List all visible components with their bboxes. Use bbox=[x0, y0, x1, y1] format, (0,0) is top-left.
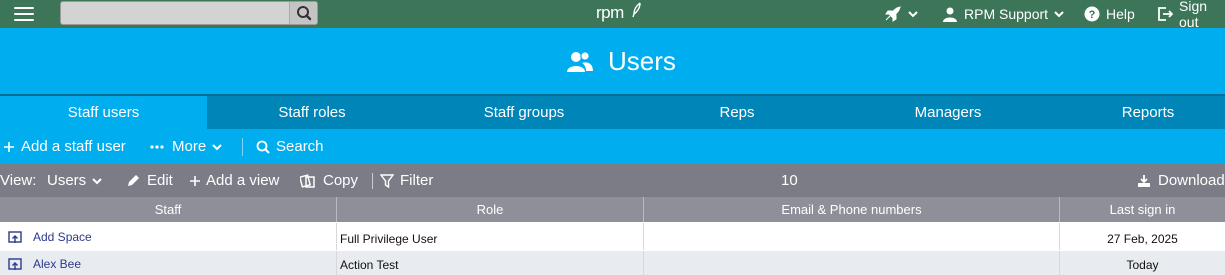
staff-cell: Add Space bbox=[0, 223, 337, 250]
open-record-icon[interactable] bbox=[8, 231, 22, 244]
user-icon bbox=[943, 7, 957, 22]
staff-name-link[interactable]: Alex Bee bbox=[33, 257, 81, 271]
sign-out-icon bbox=[1158, 7, 1173, 21]
divider bbox=[242, 138, 243, 156]
staff-cell: Alex Bee bbox=[0, 251, 337, 275]
chevron-down-icon bbox=[908, 11, 918, 18]
tab-managers[interactable]: Managers bbox=[843, 96, 1053, 129]
logo-text: rpm bbox=[596, 3, 624, 22]
chevron-down-icon bbox=[1054, 11, 1064, 18]
rocket-icon bbox=[885, 6, 901, 22]
view-bar: View: Users Edit Add a view Copy Filter … bbox=[0, 164, 1225, 197]
chevron-down-icon bbox=[212, 143, 222, 150]
sign-out-label: Sign out bbox=[1179, 0, 1208, 30]
last-sign-in-cell: 27 Feb, 2025 bbox=[1107, 231, 1178, 246]
column-header-staff[interactable]: Staff bbox=[0, 197, 337, 222]
edit-view-button[interactable]: Edit bbox=[126, 164, 173, 197]
add-staff-user-button[interactable]: Add a staff user bbox=[4, 129, 126, 164]
pencil-icon bbox=[128, 174, 139, 186]
search-icon bbox=[256, 140, 270, 154]
table-row: Alex Bee Action Test Today bbox=[0, 251, 1225, 275]
email-cell bbox=[644, 251, 1060, 275]
staff-name-link[interactable]: Add Space bbox=[33, 230, 92, 244]
download-button[interactable]: Download bbox=[1137, 164, 1225, 197]
filter-button[interactable]: Filter bbox=[380, 164, 433, 197]
chevron-down-icon bbox=[92, 177, 102, 184]
hamburger-menu-icon[interactable] bbox=[14, 7, 34, 21]
global-search-box bbox=[60, 1, 318, 25]
add-view-button[interactable]: Add a view bbox=[190, 164, 279, 197]
view-label: View: bbox=[0, 172, 37, 189]
table-row: Add Space Full Privilege User 27 Feb, 20… bbox=[0, 223, 1225, 250]
column-header-last-sign-in[interactable]: Last sign in bbox=[1060, 197, 1225, 222]
more-menu-button[interactable]: More bbox=[150, 129, 222, 164]
add-view-label: Add a view bbox=[206, 172, 280, 189]
more-label: More bbox=[172, 138, 207, 155]
users-icon bbox=[567, 50, 593, 72]
help-link[interactable]: ? Help bbox=[1084, 0, 1135, 28]
download-label: Download bbox=[1158, 172, 1225, 189]
top-bar: rpm RPM Support ? Help Sign out bbox=[0, 0, 1225, 30]
tab-staff-roles[interactable]: Staff roles bbox=[207, 96, 417, 129]
rpm-logo: rpm bbox=[596, 2, 641, 23]
action-bar: Add a staff user More Search bbox=[0, 129, 1225, 164]
search-icon[interactable] bbox=[289, 2, 317, 24]
search-label: Search bbox=[276, 138, 324, 155]
plus-icon bbox=[190, 175, 200, 186]
user-menu[interactable]: RPM Support bbox=[942, 0, 1064, 28]
search-button[interactable]: Search bbox=[256, 129, 324, 164]
page-header: Users bbox=[0, 28, 1225, 94]
tab-bar: Staff users Staff roles Staff groups Rep… bbox=[0, 94, 1225, 129]
table-header: Staff Role Email & Phone numbers Last si… bbox=[0, 197, 1225, 222]
plus-icon bbox=[4, 141, 14, 152]
view-selector-value: Users bbox=[47, 172, 87, 189]
divider bbox=[372, 173, 373, 189]
feather-icon bbox=[632, 2, 641, 18]
tab-staff-groups[interactable]: Staff groups bbox=[417, 96, 631, 129]
last-sign-in-cell: Today bbox=[1126, 258, 1159, 272]
tab-reps[interactable]: Reps bbox=[631, 96, 843, 129]
open-record-icon[interactable] bbox=[8, 258, 22, 271]
add-staff-user-label: Add a staff user bbox=[21, 138, 126, 155]
tab-reports[interactable]: Reports bbox=[1053, 96, 1225, 129]
rocket-menu[interactable] bbox=[884, 0, 918, 28]
column-header-email[interactable]: Email & Phone numbers bbox=[644, 197, 1060, 222]
view-selector[interactable]: Users bbox=[47, 164, 102, 197]
svg-text:?: ? bbox=[1089, 9, 1096, 21]
role-cell: Full Privilege User bbox=[337, 223, 644, 250]
filter-label: Filter bbox=[400, 172, 434, 189]
column-header-role[interactable]: Role bbox=[337, 197, 644, 222]
tab-staff-users[interactable]: Staff users bbox=[0, 96, 207, 129]
help-icon: ? bbox=[1084, 6, 1100, 22]
page-title: Users bbox=[608, 46, 676, 76]
ellipsis-icon bbox=[150, 144, 164, 149]
email-cell bbox=[644, 223, 1060, 250]
help-label: Help bbox=[1106, 6, 1135, 22]
filter-icon bbox=[380, 173, 394, 188]
role-cell: Action Test bbox=[337, 251, 644, 275]
copy-view-button[interactable]: Copy bbox=[300, 164, 358, 197]
support-label: RPM Support bbox=[964, 6, 1049, 22]
page-title-wrap: Users bbox=[566, 46, 676, 77]
global-search-input[interactable] bbox=[61, 2, 289, 24]
record-count: 10 bbox=[781, 172, 798, 189]
edit-label: Edit bbox=[147, 172, 173, 189]
download-icon bbox=[1138, 174, 1150, 187]
copy-label: Copy bbox=[323, 172, 359, 189]
sign-out-link[interactable]: Sign out bbox=[1157, 0, 1225, 30]
copy-icon bbox=[300, 174, 315, 188]
